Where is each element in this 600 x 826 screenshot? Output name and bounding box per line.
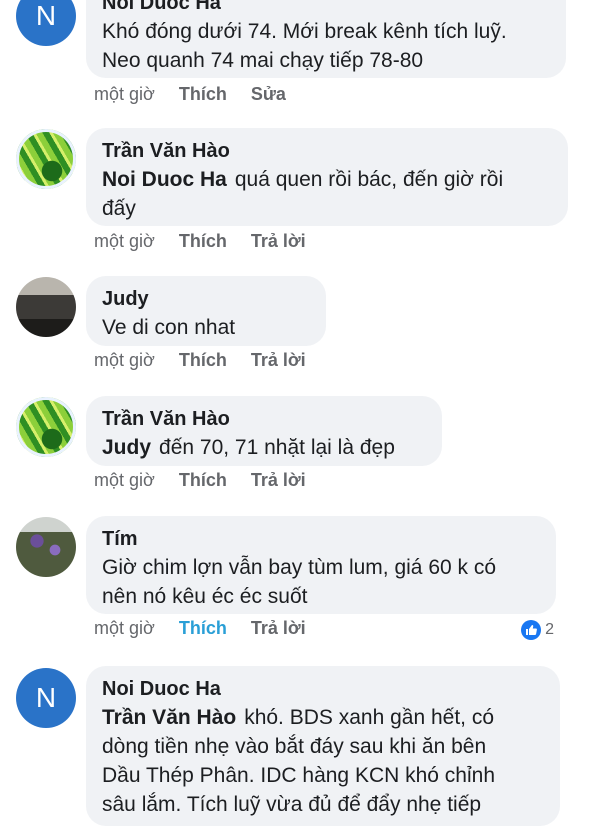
comment-text-line: Khó đóng dưới 74. Mới break kênh tích lu… xyxy=(102,20,507,43)
comment-author[interactable]: Noi Duoc Ha xyxy=(102,675,544,703)
comment-text-line: sâu lắm. Tích luỹ vừa đủ để đẩy nhẹ tiếp xyxy=(102,793,482,816)
comment-time: một giờ xyxy=(94,231,155,251)
mention-link[interactable]: Trần Văn Hào xyxy=(102,706,236,729)
comment-text-line: Neo quanh 74 mai chạy tiếp 78-80 xyxy=(102,49,424,72)
like-count: 2 xyxy=(545,621,554,638)
comment-bubble: Noi Duoc Ha Khó đóng dưới 74. Mới break … xyxy=(86,0,566,78)
comment-text-line: Giờ chim lợn vẫn bay tùm lum, giá 60 k c… xyxy=(102,556,497,579)
comment-text-line: Ve di con nhat xyxy=(102,316,236,339)
avatar-initial: N xyxy=(35,682,57,713)
like-button[interactable]: Thích xyxy=(179,470,227,491)
comment-bubble: Trần Văn Hào Judy đến 70, 71 nhặt lại là … xyxy=(86,396,442,466)
edit-button[interactable]: Sửa xyxy=(251,84,286,105)
comment-time: một giờ xyxy=(94,350,155,370)
comment-author[interactable]: Judy xyxy=(102,285,310,313)
reply-button[interactable]: Trả lời xyxy=(251,231,306,252)
avatar[interactable]: N xyxy=(16,668,76,728)
comment-text: khó. BDS xanh gần hết, có xyxy=(244,706,495,729)
comment-author[interactable]: Trần Văn Hào xyxy=(102,137,552,165)
comment-actions: một giờ Thích Sửa xyxy=(94,84,286,105)
reply-button[interactable]: Trả lời xyxy=(251,470,306,491)
reaction-count[interactable]: 2 xyxy=(521,620,554,640)
comment-author[interactable]: Trần Văn Hào xyxy=(102,405,426,433)
comment-text-line: Judy đến 70, 71 nhặt lại là đẹp xyxy=(102,433,426,462)
comment-bubble: Tím Giờ chim lợn vẫn bay tùm lum, giá 60… xyxy=(86,516,556,614)
comment-text: đến 70, 71 nhặt lại là đẹp xyxy=(159,436,395,459)
reply-button[interactable]: Trả lời xyxy=(251,350,306,371)
avatar-initial: N xyxy=(35,0,57,31)
comment-text-line: Dầu Thép Phân. IDC hàng KCN khó chỉnh xyxy=(102,764,496,787)
avatar[interactable] xyxy=(16,517,76,577)
comment-time: một giờ xyxy=(94,618,155,638)
comment-actions: một giờ Thích Trả lời xyxy=(94,350,306,371)
avatar[interactable]: N xyxy=(16,0,76,46)
comment-actions: một giờ Thích Trả lời xyxy=(94,618,306,639)
mention-link[interactable]: Judy xyxy=(102,436,151,459)
comment-text-line: Noi Duoc Ha quá quen rồi bác, đến giờ rồi xyxy=(102,165,552,194)
comment-bubble: Judy Ve di con nhat xyxy=(86,276,326,346)
comment-author[interactable]: Tím xyxy=(102,525,540,553)
like-button[interactable]: Thích xyxy=(179,618,227,639)
comment-time: một giờ xyxy=(94,84,155,104)
like-button[interactable]: Thích xyxy=(179,231,227,252)
comment-text: quá quen rồi bác, đến giờ rồi xyxy=(234,168,504,191)
avatar[interactable] xyxy=(16,397,76,457)
avatar[interactable] xyxy=(16,277,76,337)
comment-bubble: Noi Duoc Ha Trần Văn Hào khó. BDS xanh gầ… xyxy=(86,666,560,826)
mention-link[interactable]: Noi Duoc Ha xyxy=(102,168,227,191)
comment-text-line: nên nó kêu éc éc suốt xyxy=(102,585,308,608)
comment-actions: một giờ Thích Trả lời xyxy=(94,470,306,491)
like-button[interactable]: Thích xyxy=(179,84,227,105)
like-button[interactable]: Thích xyxy=(179,350,227,371)
comment-bubble: Trần Văn Hào Noi Duoc Ha quá quen rồi bác… xyxy=(86,128,568,226)
avatar[interactable] xyxy=(16,129,76,189)
comment-text-line: Trần Văn Hào khó. BDS xanh gần hết, có xyxy=(102,703,544,732)
thumbs-up-icon xyxy=(521,620,542,640)
comment-time: một giờ xyxy=(94,470,155,490)
reply-button[interactable]: Trả lời xyxy=(251,618,306,639)
comment-author[interactable]: Noi Duoc Ha xyxy=(102,0,550,17)
comment-actions: một giờ Thích Trả lời xyxy=(94,231,306,252)
comment-text-line: đấy xyxy=(102,197,136,220)
comment-text-line: dòng tiền nhẹ vào bắt đáy sau khi ăn bên xyxy=(102,735,487,758)
